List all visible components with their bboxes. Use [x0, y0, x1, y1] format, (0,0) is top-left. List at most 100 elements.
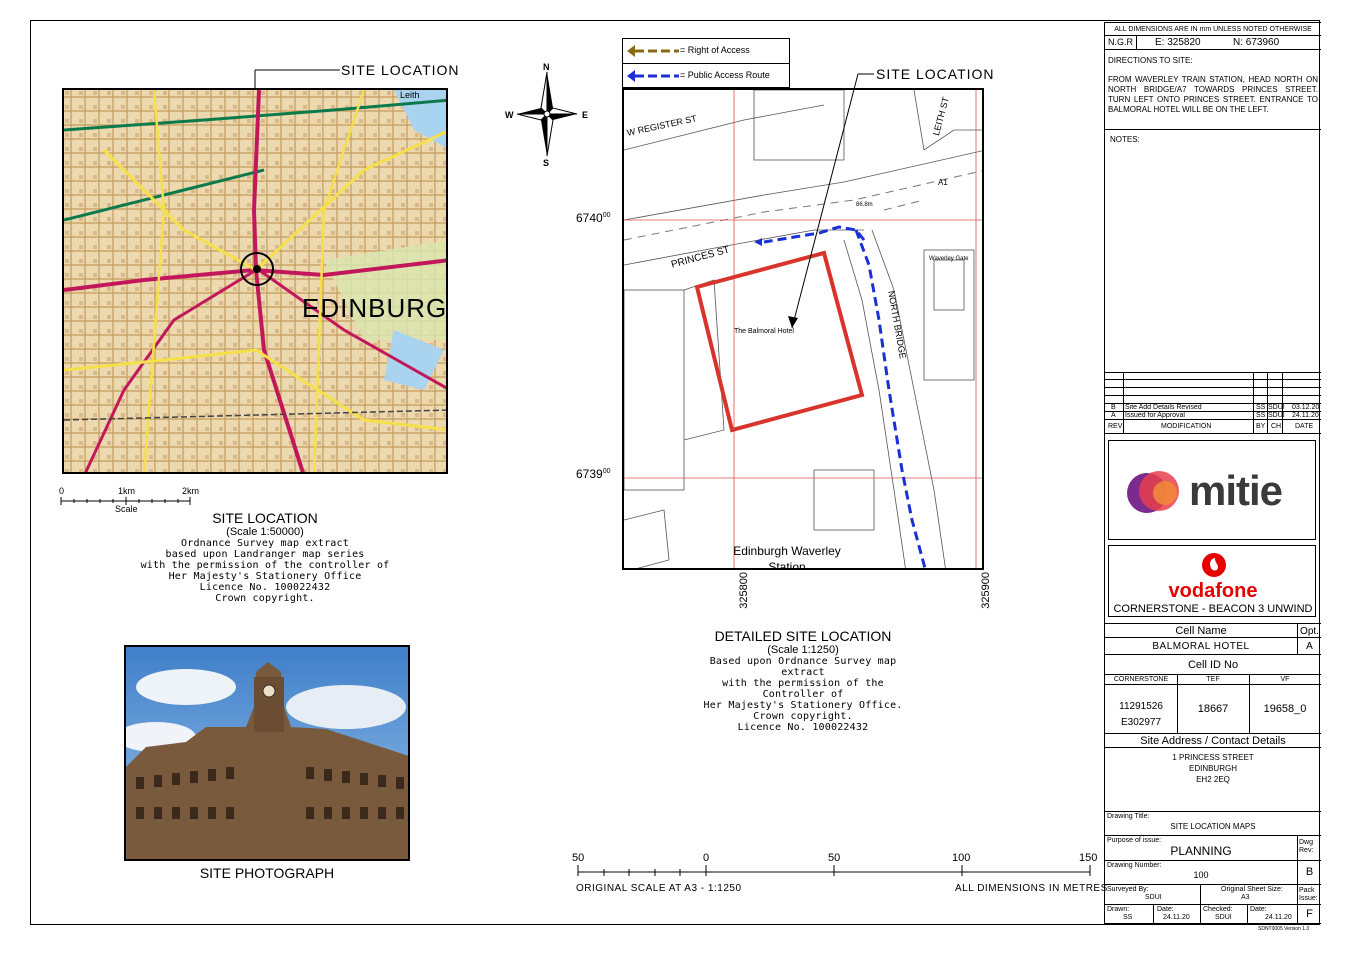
caption-title: SITE LOCATION: [212, 510, 318, 526]
cell-name-row: BALMORAL HOTEL A: [1105, 638, 1321, 655]
vodafone-wordmark: vodafone: [1168, 580, 1258, 602]
address-block: 1 PRINCESS STREET EDINBURGH EH2 2EQ: [1105, 748, 1321, 812]
tef-id: 18667: [1197, 703, 1229, 715]
sheet-size-value: A3: [1241, 894, 1250, 901]
label-a1: A1: [938, 178, 948, 187]
compass-s: S: [543, 158, 550, 168]
address-line: EDINBURGH: [1188, 764, 1237, 773]
scale-tick-0: 0: [59, 486, 65, 496]
mitie-wordmark: mitie: [1189, 467, 1283, 514]
date1-value: 24.11.20: [1163, 914, 1190, 921]
cell-id-label: Cell ID No: [1105, 655, 1321, 675]
map1-city-label: EDINBURGH: [302, 293, 448, 323]
directions-text: FROM WAVERLEY TRAIN STATION, HEAD NORTH …: [1108, 75, 1318, 114]
address-line: 1 PRINCESS STREET: [1172, 753, 1254, 762]
legend-right-of-access: = Right of Access: [680, 45, 750, 55]
os-map-graphic: [64, 90, 446, 472]
vf-id: 19658_0: [1263, 703, 1307, 715]
drawn-value: SS: [1123, 914, 1133, 921]
bottom-scale-tick: 50: [828, 852, 841, 864]
scale-tick-2km: 2km: [182, 486, 200, 496]
vodafone-logo: vodafone CORNERSTONE - BEACON 3 UNWIND: [1108, 545, 1316, 617]
label-station: Edinburgh Waverley Station: [733, 544, 841, 570]
drawn-row: Drawn: SS Date: 24.11.20 Checked: SDUI D…: [1105, 905, 1321, 924]
detailed-site-location-callout: SITE LOCATION: [876, 66, 995, 82]
mitie-logo: mitie: [1108, 440, 1316, 540]
bottom-scale-tick: 0: [703, 852, 710, 864]
purpose-value: PLANNING: [1170, 844, 1232, 858]
grid-y-bottom: 673900: [576, 467, 611, 481]
checked-value: SDUI: [1215, 914, 1232, 921]
purpose-row: Purpose of issue: PLANNING Dwg Rev:: [1105, 836, 1321, 861]
caption-line: Licence No. 100022432: [199, 582, 331, 593]
detailed-caption-title: DETAILED SITE LOCATION: [714, 628, 892, 644]
vodafone-speechmark-icon: [1202, 553, 1226, 577]
bottom-scale-tick: 50: [572, 852, 585, 864]
cell-name-header: Cell Name Opt.: [1105, 623, 1321, 638]
scale-tick-1km: 1km: [118, 486, 136, 496]
label-waverley-gate: Waverley Gate: [929, 256, 969, 262]
drawing-number-row: Drawing Number: 100 B: [1105, 861, 1321, 885]
directions-label: DIRECTIONS TO SITE:: [1108, 56, 1193, 65]
bottom-scale-tick: 150: [1079, 852, 1098, 864]
compass-e: E: [582, 110, 589, 120]
right-of-access-symbol: [627, 45, 679, 57]
revision-row: B Site Add Details Revised SS SDUI 03.12…: [1105, 404, 1321, 412]
detailed-caption: DETAILED SITE LOCATION (Scale 1:1250) Ba…: [688, 628, 918, 733]
bottom-scale-bar: [577, 865, 1091, 876]
surveyed-by-value: SDUI: [1145, 894, 1162, 901]
detailed-caption-line: Her Majesty's Stationery Office.: [703, 700, 903, 711]
dwg-rev-value: B: [1305, 866, 1314, 878]
map1-leith-label: Leith: [400, 90, 420, 100]
revision-row: A Issued for Approval SS SDUI 24.11.20: [1105, 412, 1321, 420]
site-location-callout: SITE LOCATION: [341, 62, 460, 78]
detailed-callout-leader: [788, 73, 874, 329]
ngr-n: N: 673960: [1233, 37, 1280, 48]
cell-id-headers: CORNERSTONE TEF VF: [1105, 675, 1321, 685]
grid-x-left: 325800: [738, 572, 750, 609]
caption-line: based upon Landranger map series: [165, 549, 365, 560]
directions-row: DIRECTIONS TO SITE: FROM WAVERLEY TRAIN …: [1105, 50, 1321, 130]
grid-x-right: 325900: [980, 572, 992, 609]
compass-n: N: [543, 62, 550, 72]
detailed-caption-line: Licence No. 100022432: [737, 722, 869, 733]
site-location-caption: SITE LOCATION (Scale 1:50000) Ordnance S…: [140, 510, 390, 604]
mitie-logo-mark: [1127, 471, 1179, 513]
caption-line: Crown copyright.: [215, 593, 315, 604]
site-photograph[interactable]: [124, 645, 410, 861]
drawing-title: SITE LOCATION MAPS: [1170, 822, 1256, 831]
cell-name-value: BALMORAL HOTEL: [1152, 641, 1250, 652]
ngr-label: N.G.R: [1105, 36, 1137, 49]
detailed-caption-line: Based upon Ordnance Survey map extract: [709, 656, 897, 678]
cornerstone-id: 11291526 E302977: [1119, 701, 1163, 728]
bottom-scale-right-label: ALL DIMENSIONS IN METRES: [955, 883, 1108, 894]
ngr-row: N.G.R E: 325820 N: 673960: [1105, 36, 1321, 50]
grid-y-top: 674000: [576, 211, 611, 225]
caption-line: Her Majesty's Stationery Office: [168, 571, 362, 582]
legend-public-access: = Public Access Route: [680, 70, 770, 80]
pack-issue-value: F: [1306, 908, 1313, 920]
cell-id-values: 11291526 E302977 18667 19658_0: [1105, 685, 1321, 734]
bottom-scale-tick: 100: [952, 852, 971, 864]
public-access-symbol: [627, 70, 679, 82]
date2-value: 24.11.20: [1265, 914, 1292, 921]
detailed-caption-line: with the permission of the Controller of: [722, 678, 884, 700]
version-note: SDNT0005 Version 1.3: [1258, 926, 1310, 932]
caption-scale: (Scale 1:50000): [226, 526, 304, 538]
notes-label: NOTES:: [1110, 135, 1140, 144]
drawing-title-row: Drawing Title: SITE LOCATION MAPS: [1105, 812, 1321, 836]
legend: = Right of Access = Public Access Route: [622, 38, 790, 88]
address-label: Site Address / Contact Details: [1105, 734, 1321, 748]
caption-line: with the permission of the controller of: [140, 560, 390, 571]
drawing-number: 100: [1193, 870, 1209, 880]
detailed-caption-scale: (Scale 1:1250): [767, 644, 839, 656]
surveyed-row: Surveyed By: SDUI Original Sheet Size: A…: [1105, 885, 1321, 905]
compass-w: W: [505, 110, 514, 120]
photo-graphic: [126, 647, 408, 859]
opt-value: A: [1306, 641, 1313, 652]
scale-label: Scale: [115, 504, 138, 514]
north-arrow: [516, 71, 578, 157]
title-block: ALL DIMENSIONS ARE IN mm UNLESS NOTED OT…: [1104, 22, 1321, 924]
caption-line: Ordnance Survey map extract: [181, 538, 349, 549]
site-location-map[interactable]: EDINBURGH Leith: [62, 88, 448, 474]
